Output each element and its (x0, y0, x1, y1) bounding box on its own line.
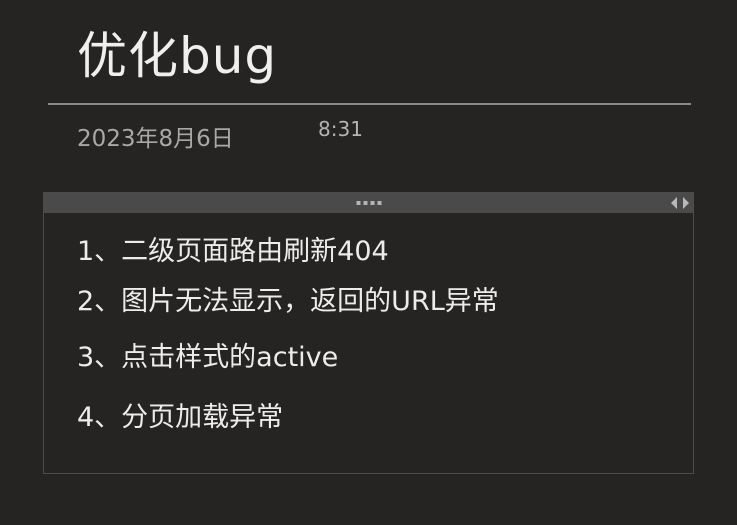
drag-handle-icon[interactable] (356, 201, 381, 205)
list-item[interactable]: 3、点击样式的active (77, 333, 499, 383)
list-item[interactable]: 4、分页加载异常 (77, 393, 499, 443)
container-bar[interactable] (44, 193, 693, 213)
page-time: 8:31 (318, 117, 363, 141)
list-item[interactable]: 2、图片无法显示，返回的URL异常 (77, 277, 499, 327)
title-divider (48, 103, 691, 105)
note-container[interactable]: 1、二级页面路由刷新404 2、图片无法显示，返回的URL异常 3、点击样式的a… (43, 192, 694, 474)
page-title[interactable]: 优化bug (77, 18, 277, 94)
arrow-left-icon[interactable] (671, 197, 677, 209)
arrow-right-icon[interactable] (683, 197, 689, 209)
resize-handle[interactable] (671, 197, 689, 209)
list-item[interactable]: 1、二级页面路由刷新404 (77, 227, 499, 277)
page-date: 2023年8月6日 (77, 126, 234, 152)
note-list: 1、二级页面路由刷新404 2、图片无法显示，返回的URL异常 3、点击样式的a… (77, 227, 499, 443)
